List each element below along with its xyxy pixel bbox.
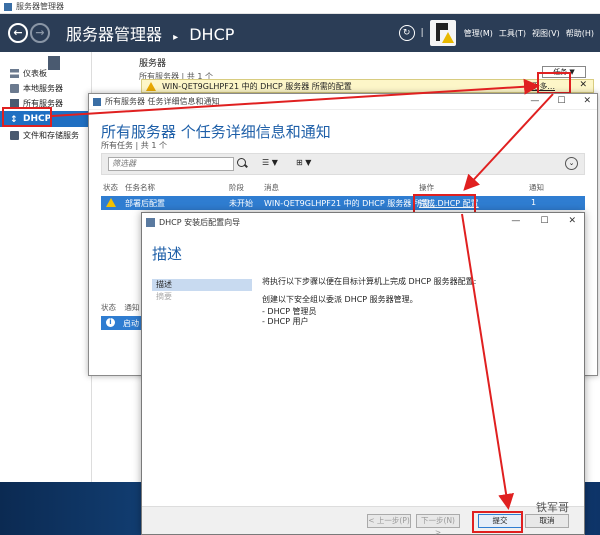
app-icon — [93, 97, 101, 106]
maximize-button[interactable]: ☐ — [557, 96, 565, 106]
info-icon: i — [106, 318, 115, 327]
wizard-nav-summary[interactable]: 摘要 — [152, 291, 252, 303]
annotation-box-more — [537, 72, 571, 94]
group-options-button[interactable]: ⊞ ▼ — [296, 158, 318, 170]
details-window-controls: — ☐ ✕ — [530, 96, 591, 106]
details-window-title: 所有服务器 任务详细信息和通知 — [105, 97, 220, 106]
menu-tools[interactable]: 工具(T) — [499, 28, 526, 39]
list-options-button[interactable]: ☰ ▼ — [262, 158, 284, 170]
wizard-heading: 描述 — [152, 245, 183, 263]
close-button[interactable]: ✕ — [583, 96, 591, 106]
cancel-button[interactable]: 取消 — [525, 514, 569, 528]
column-header[interactable]: 任务名称 — [125, 182, 155, 193]
breadcrumb-root[interactable]: 服务器管理器 — [66, 25, 162, 44]
notification-bar: WIN-QET9GLHPF21 中的 DHCP 服务器 所需的配置 更多... … — [141, 79, 594, 93]
notification-text: WIN-QET9GLHPF21 中的 DHCP 服务器 所需的配置 — [162, 81, 352, 91]
column-header[interactable]: 通知 — [124, 303, 139, 312]
servers-title: 服务器 — [139, 59, 167, 69]
annotation-box-dhcp — [2, 107, 52, 127]
column-header[interactable]: 状态 — [101, 303, 116, 312]
minimize-button[interactable]: — — [530, 96, 539, 106]
annotation-box-action — [413, 194, 476, 214]
task-message: WIN-QET9GLHPF21 中的 DHCP 服务器 所需... — [264, 199, 438, 208]
warning-icon — [146, 81, 156, 91]
app-header: ← → 服务器管理器 ▸ DHCP ↻ | 管理(M) 工具(T) 视图(V) … — [0, 14, 600, 52]
warning-icon — [441, 32, 454, 43]
lower-table-header: 状态 通知 — [101, 302, 139, 313]
breadcrumb-current: DHCP — [189, 25, 235, 44]
table-row[interactable]: 部署后配置 未开始 WIN-QET9GLHPF21 中的 DHCP 服务器 所需… — [101, 196, 585, 210]
server-icon — [10, 83, 19, 93]
close-button[interactable]: ✕ — [568, 216, 576, 226]
table-header: 状态 任务名称 阶段 消息 操作 通知 — [101, 181, 585, 193]
details-titlebar: 所有服务器 任务详细信息和通知 — [89, 94, 597, 110]
wizard-content: 将执行以下步骤以便在目标计算机上完成 DHCP 服务器配置: 创建以下安全组以委… — [262, 277, 562, 327]
maximize-button[interactable]: ☐ — [540, 216, 548, 226]
menu-help[interactable]: 帮助(H) — [566, 28, 594, 39]
watermark-text: 铁军哥 — [536, 501, 569, 514]
minimize-button[interactable]: — — [511, 216, 520, 226]
header-separator: | — [420, 28, 424, 38]
window-title: 服务器管理器 — [16, 2, 64, 11]
server-icon — [48, 56, 60, 70]
wizard-group-item: - DHCP 管理员 — [262, 307, 317, 316]
collapse-icon[interactable]: ⌄ — [565, 157, 578, 170]
filter-bar: 筛选器 ☰ ▼ ⊞ ▼ ⌄ — [101, 153, 585, 175]
column-header[interactable]: 操作 — [419, 182, 434, 193]
sidebar-item-dashboard[interactable]: 仪表板 — [0, 66, 91, 80]
search-icon[interactable] — [237, 158, 246, 167]
sidebar-item-label: 文件和存储服务 — [23, 130, 79, 140]
task-stage: 未开始 — [229, 199, 253, 208]
details-subtitle: 所有任务 | 共 1 个 — [101, 141, 167, 150]
annotation-box-submit — [472, 511, 523, 533]
wizard-intro-text: 将执行以下步骤以便在目标计算机上完成 DHCP 服务器配置: — [262, 277, 477, 286]
header-actions: ↻ | 管理(M) 工具(T) 视图(V) 帮助(H) — [398, 14, 600, 52]
column-header[interactable]: 消息 — [264, 182, 279, 193]
sidebar-item-file-storage[interactable]: 文件和存储服务 — [0, 128, 91, 142]
column-header[interactable]: 阶段 — [229, 182, 244, 193]
dhcp-config-wizard: DHCP 安装后配置向导 — ☐ ✕ 描述 描述 摘要 将执行以下步骤以便在目标… — [141, 212, 585, 535]
task-name: 部署后配置 — [125, 199, 165, 208]
notifications-flag-icon[interactable] — [429, 20, 456, 46]
column-header[interactable]: 状态 — [103, 182, 118, 193]
previous-button[interactable]: < 上一步(P) — [367, 514, 411, 528]
sidebar-item-local-server[interactable]: 本地服务器 — [0, 81, 91, 95]
details-heading: 所有服务器 个任务详细信息和通知 — [101, 123, 331, 141]
sidebar-item-label: 仪表板 — [23, 68, 47, 78]
wizard-icon — [146, 217, 155, 227]
menu-manage[interactable]: 管理(M) — [464, 28, 493, 39]
wizard-group-item: - DHCP 用户 — [262, 317, 309, 326]
next-button[interactable]: 下一步(N) > — [416, 514, 460, 535]
breadcrumb-separator: ▸ — [173, 32, 179, 43]
sidebar-item-label: 本地服务器 — [23, 83, 63, 93]
app-icon — [4, 2, 12, 11]
wizard-title: DHCP 安装后配置向导 — [159, 217, 241, 227]
filter-input[interactable]: 筛选器 — [108, 157, 234, 171]
column-header[interactable]: 通知 — [529, 182, 544, 193]
wizard-nav: 描述 摘要 — [152, 279, 252, 303]
wizard-window-controls: — ☐ ✕ — [511, 216, 576, 226]
menu-view[interactable]: 视图(V) — [532, 28, 560, 39]
forward-button[interactable]: → — [30, 23, 50, 43]
warning-icon — [106, 198, 116, 207]
window-titlebar: 服务器管理器 — [0, 0, 600, 14]
dashboard-icon — [10, 68, 19, 78]
close-icon[interactable]: ✕ — [579, 80, 587, 90]
wizard-nav-description[interactable]: 描述 — [152, 279, 252, 291]
wizard-groups-intro: 创建以下安全组以委派 DHCP 服务器管理。 — [262, 295, 418, 304]
task-notice-count: 1 — [531, 198, 537, 207]
file-storage-icon — [10, 130, 19, 140]
back-button[interactable]: ← — [8, 23, 28, 43]
refresh-icon[interactable]: ↻ — [398, 25, 415, 41]
lower-row-label: 启动 — [123, 319, 139, 328]
breadcrumb: 服务器管理器 ▸ DHCP — [66, 21, 234, 45]
